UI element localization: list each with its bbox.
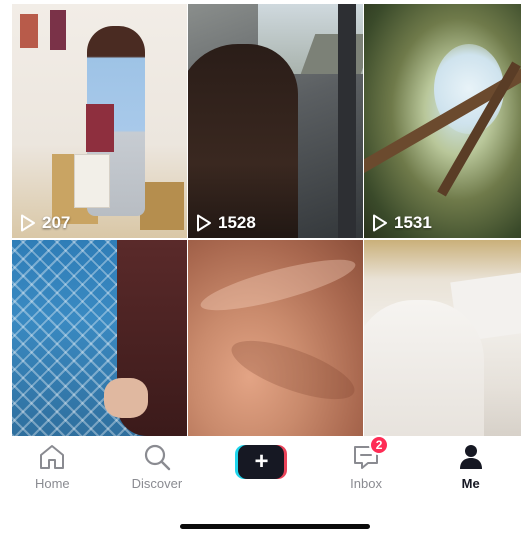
tab-inbox[interactable]: 2 Inbox [321, 435, 411, 491]
video-thumbnail[interactable] [188, 240, 363, 436]
play-icon [196, 214, 212, 232]
view-count-label: 1528 [218, 213, 256, 232]
search-icon [142, 441, 172, 473]
thumbnail-image [12, 4, 187, 238]
video-thumbnail[interactable] [12, 240, 187, 436]
tab-label: Me [461, 476, 480, 491]
video-thumbnail[interactable]: 207 [12, 4, 187, 238]
tab-label: Discover [131, 476, 183, 491]
thumbnail-image [364, 240, 521, 436]
view-count-label: 1531 [394, 213, 432, 232]
tab-me[interactable]: Me [426, 441, 516, 491]
video-thumbnail[interactable]: 1531 [364, 4, 521, 238]
video-thumbnail[interactable] [364, 240, 521, 436]
view-count-label: 207 [42, 213, 71, 232]
create-button[interactable]: + [216, 441, 306, 479]
tab-label: Home [34, 476, 70, 491]
play-icon [20, 214, 36, 232]
thumbnail-image [12, 240, 187, 436]
video-thumbnail[interactable]: 1528 [188, 4, 363, 238]
video-grid: 207 1528 1531 [12, 4, 521, 436]
person-icon [456, 441, 486, 473]
home-indicator[interactable] [180, 524, 370, 529]
inbox-icon: 2 [351, 435, 390, 473]
view-count: 1528 [196, 213, 256, 233]
tab-label: Inbox [350, 476, 382, 491]
notification-badge: 2 [369, 435, 390, 455]
thumbnail-image [188, 240, 363, 436]
create-label: + [238, 445, 285, 479]
thumbnail-image [364, 4, 521, 238]
tab-discover[interactable]: Discover [112, 441, 202, 491]
tab-home[interactable]: Home [7, 441, 97, 491]
bottom-tab-bar: Home Discover + 2 Inbox Me [0, 435, 523, 495]
home-icon [37, 441, 67, 473]
view-count: 207 [20, 213, 70, 233]
view-count: 1531 [372, 213, 432, 233]
plus-icon: + [235, 445, 288, 479]
play-icon [372, 214, 388, 232]
thumbnail-image [188, 4, 363, 238]
